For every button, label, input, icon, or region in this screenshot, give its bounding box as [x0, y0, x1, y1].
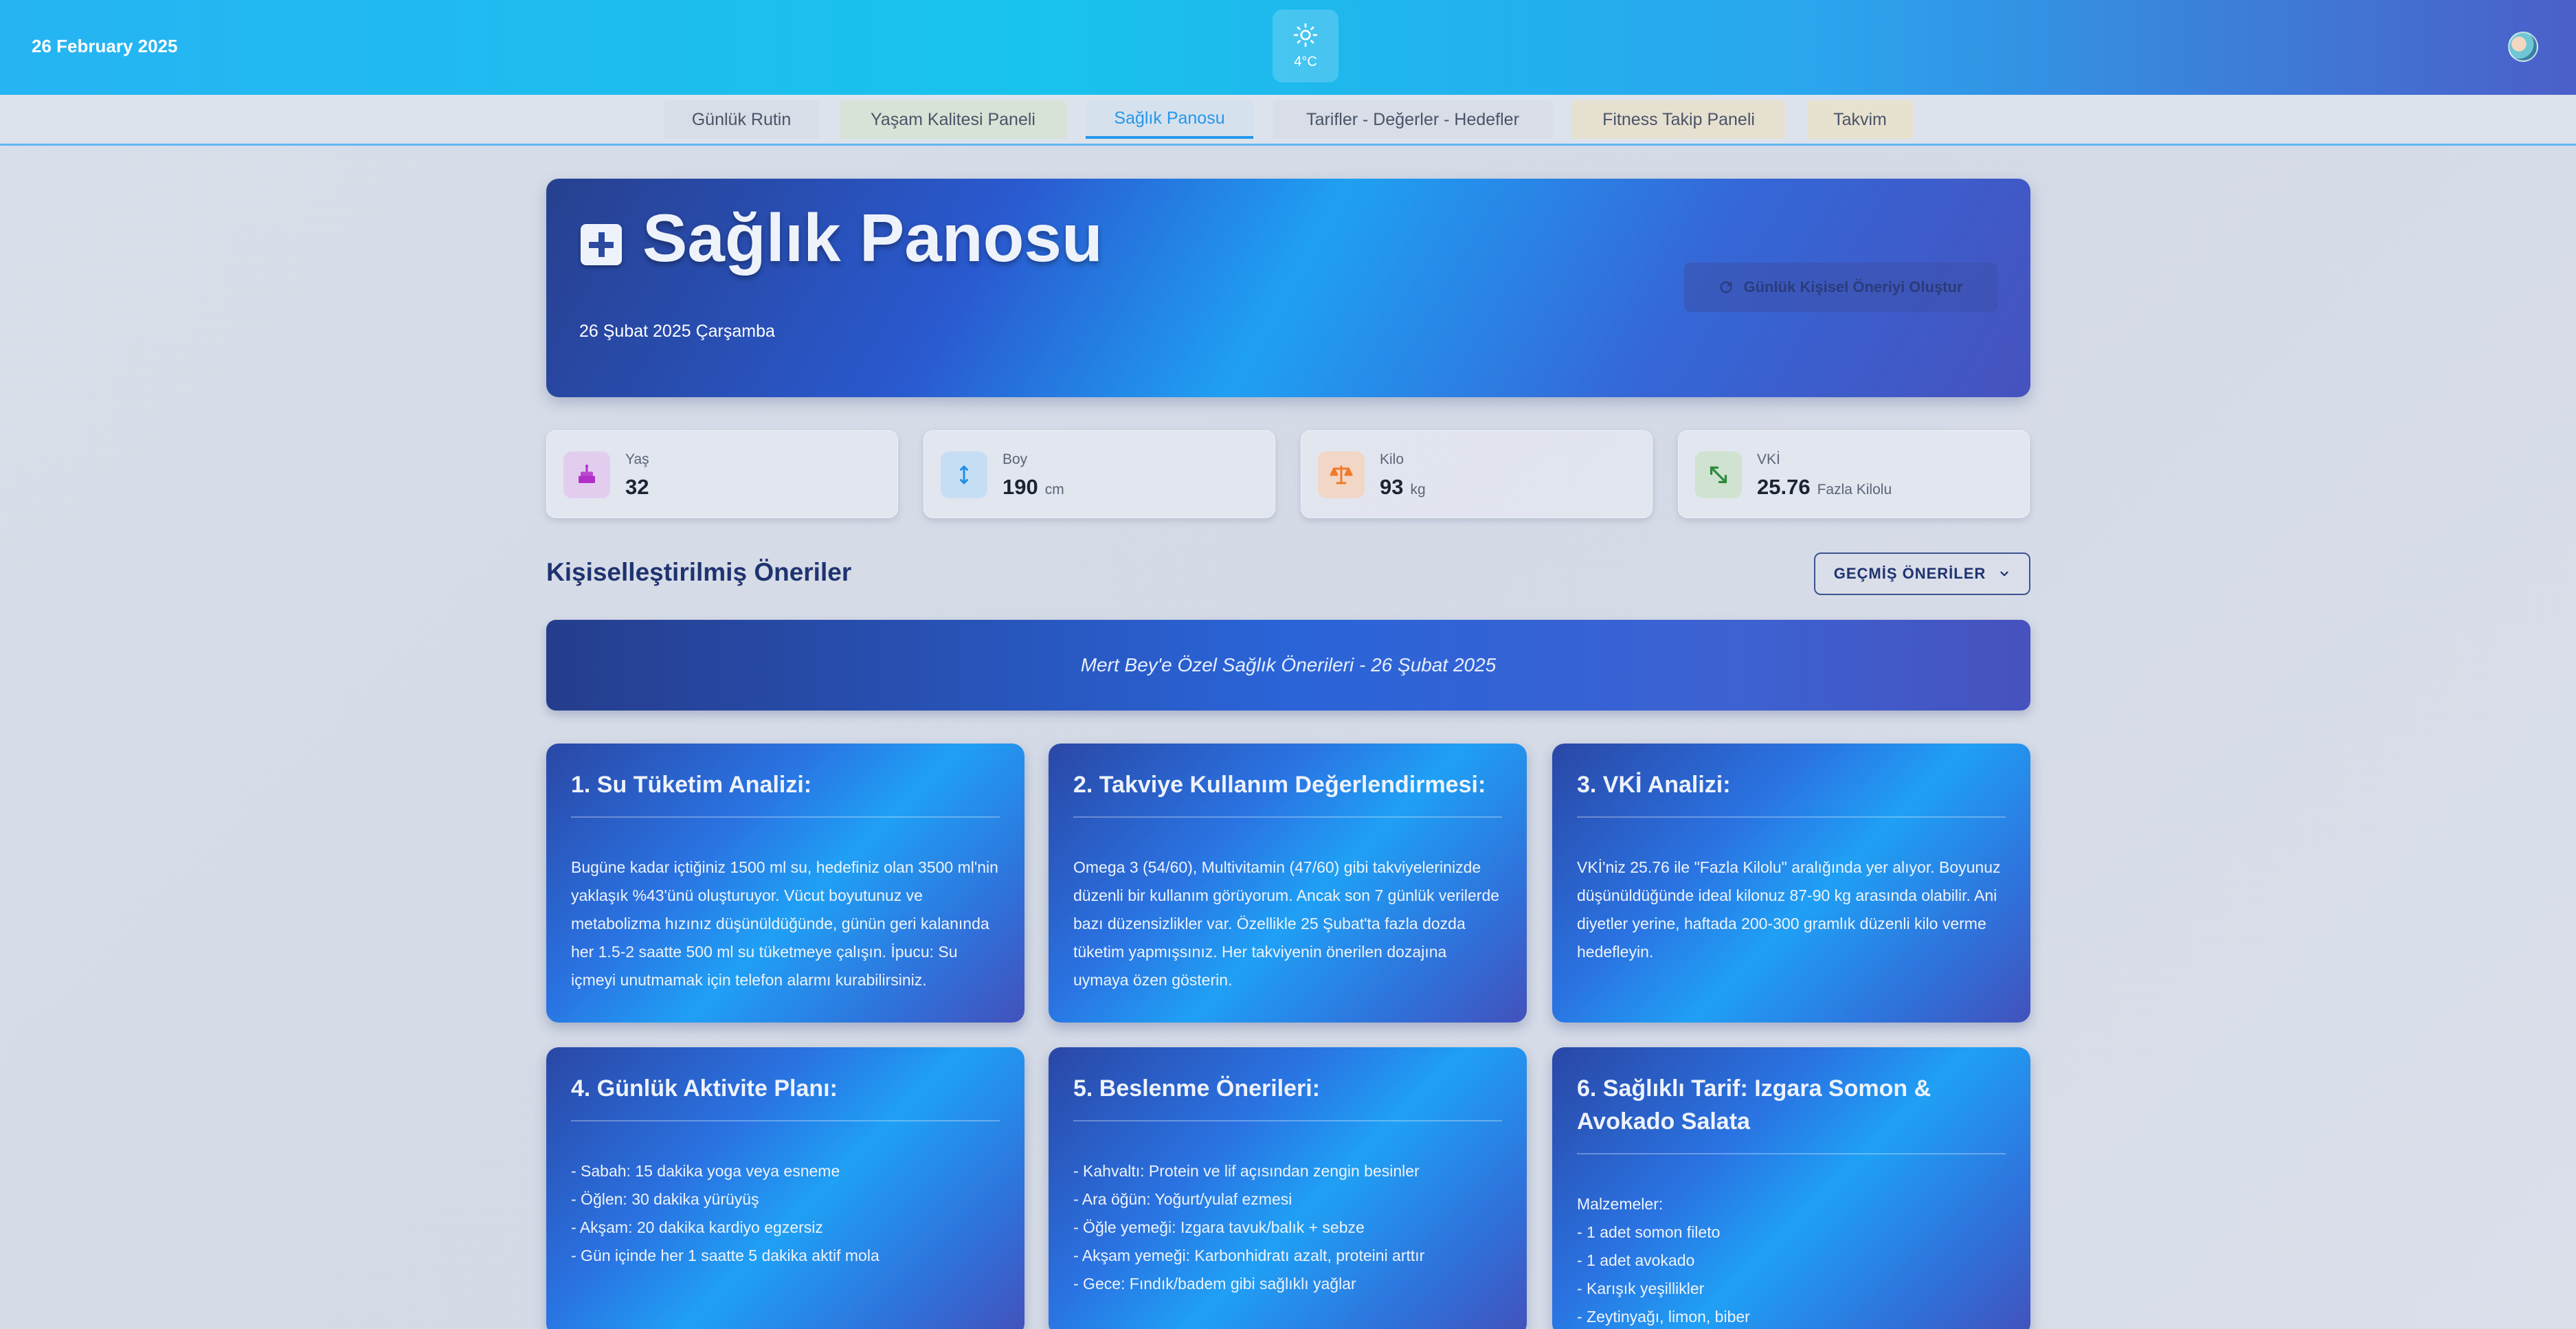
- card-title: 2. Takviye Kullanım Değerlendirmesi:: [1073, 768, 1502, 818]
- stat-value: 93 kg: [1380, 475, 1426, 499]
- hero-banner: Sağlık Panosu 26 Şubat 2025 Çarşamba Gün…: [546, 179, 2030, 397]
- card-title: 4. Günlük Aktivite Planı:: [571, 1072, 1000, 1121]
- section-title: Kişiselleştirilmiş Öneriler: [546, 558, 852, 586]
- card-body: - Kahvaltı: Protein ve lif açısından zen…: [1073, 1162, 1425, 1293]
- nav-tabs: Günlük Rutin Yaşam Kalitesi Paneli Sağlı…: [0, 95, 2576, 146]
- history-recommendations-button[interactable]: GEÇMİŞ ÖNERİLER: [1814, 552, 2030, 595]
- generate-recommendation-label: Günlük Kişisel Öneriyi Oluştur: [1743, 278, 1963, 295]
- stat-label: Boy: [1003, 451, 1028, 467]
- recommendation-card: 6. Sağlıklı Tarif: Izgara Somon & Avokad…: [1552, 1047, 2030, 1329]
- stat-card-weight: Kilo 93 kg: [1301, 430, 1653, 518]
- chevron-down-icon: [2000, 571, 2008, 577]
- stat-card-bmi: VKİ 25.76 Fazla Kilolu: [1678, 430, 2030, 518]
- stat-unit: Fazla Kilolu: [1817, 482, 1892, 498]
- history-button-label: GEÇMİŞ ÖNERİLER: [1833, 565, 1986, 582]
- stat-value: 32: [625, 475, 649, 499]
- header-date: 26 February 2025: [32, 36, 178, 56]
- recommendation-card: 4. Günlük Aktivite Planı: - Sabah: 15 da…: [546, 1047, 1024, 1329]
- tab-yasam-kalitesi-paneli[interactable]: Yaşam Kalitesi Paneli: [840, 100, 1066, 139]
- weather-widget[interactable]: 4°C: [1273, 10, 1339, 82]
- card-body: VKİ'niz 25.76 ile "Fazla Kilolu" aralığı…: [1577, 858, 2001, 961]
- stat-unit: cm: [1044, 482, 1064, 498]
- stat-card-height: Boy 190 cm: [923, 430, 1275, 518]
- generate-recommendation-button[interactable]: Günlük Kişisel Öneriyi Oluştur: [1684, 263, 1997, 312]
- card-body: - Sabah: 15 dakika yoga veya esneme - Öğ…: [571, 1162, 880, 1264]
- recommendation-card: 1. Su Tüketim Analizi: Bugüne kadar içti…: [546, 744, 1024, 1023]
- card-body: Omega 3 (54/60), Multivitamin (47/60) gi…: [1073, 858, 1500, 989]
- tab-tarifler-degerler-hedefler[interactable]: Tarifler - Değerler - Hedefler: [1273, 100, 1553, 139]
- weather-temperature: 4°C: [1294, 54, 1317, 69]
- tab-saglik-panosu[interactable]: Sağlık Panosu: [1086, 100, 1253, 139]
- card-title: 3. VKİ Analizi:: [1577, 768, 2006, 818]
- top-bar: 26 February 2025 4°C: [0, 0, 2576, 95]
- medical-cross-icon: [581, 223, 622, 265]
- recommendation-card: 2. Takviye Kullanım Değerlendirmesi: Ome…: [1049, 744, 1527, 1023]
- card-body: Malzemeler: - 1 adet somon fileto - 1 ad…: [1577, 1195, 1750, 1326]
- tab-gunluk-rutin[interactable]: Günlük Rutin: [664, 100, 819, 139]
- expand-icon: [1695, 451, 1742, 498]
- tab-takvim[interactable]: Takvim: [1807, 100, 1913, 139]
- card-body: Bugüne kadar içtiğiniz 1500 ml su, hedef…: [571, 858, 998, 989]
- refresh-icon: [1721, 281, 1732, 293]
- card-title: 1. Su Tüketim Analizi:: [571, 768, 1000, 818]
- stat-value: 25.76 Fazla Kilolu: [1757, 475, 1892, 499]
- sun-icon: [1293, 23, 1318, 47]
- page-title-container: Sağlık Panosu: [581, 199, 1103, 277]
- stat-label: Kilo: [1380, 451, 1404, 467]
- tab-fitness-takip-paneli[interactable]: Fitness Takip Paneli: [1572, 100, 1785, 139]
- recommendation-card: 3. VKİ Analizi: VKİ'niz 25.76 ile "Fazla…: [1552, 744, 2030, 1023]
- page-title: Sağlık Panosu: [642, 200, 1103, 276]
- stat-label: Yaş: [625, 451, 649, 467]
- stat-card-age: Yaş 32: [546, 430, 898, 518]
- height-icon: [941, 451, 987, 498]
- avatar[interactable]: [2508, 32, 2538, 62]
- scale-icon: [1318, 451, 1365, 498]
- stat-unit: kg: [1410, 482, 1426, 498]
- card-title: 5. Beslenme Önerileri:: [1073, 1072, 1502, 1121]
- stat-label: VKİ: [1757, 451, 1780, 467]
- recommendations-banner: Mert Bey'e Özel Sağlık Önerileri - 26 Şu…: [546, 620, 2030, 711]
- cake-icon: [563, 451, 610, 498]
- stat-value: 190 cm: [1003, 475, 1064, 499]
- hero-date: 26 Şubat 2025 Çarşamba: [579, 322, 775, 341]
- card-title: 6. Sağlıklı Tarif: Izgara Somon & Avokad…: [1577, 1072, 2006, 1154]
- recommendation-card: 5. Beslenme Önerileri: - Kahvaltı: Prote…: [1049, 1047, 1527, 1329]
